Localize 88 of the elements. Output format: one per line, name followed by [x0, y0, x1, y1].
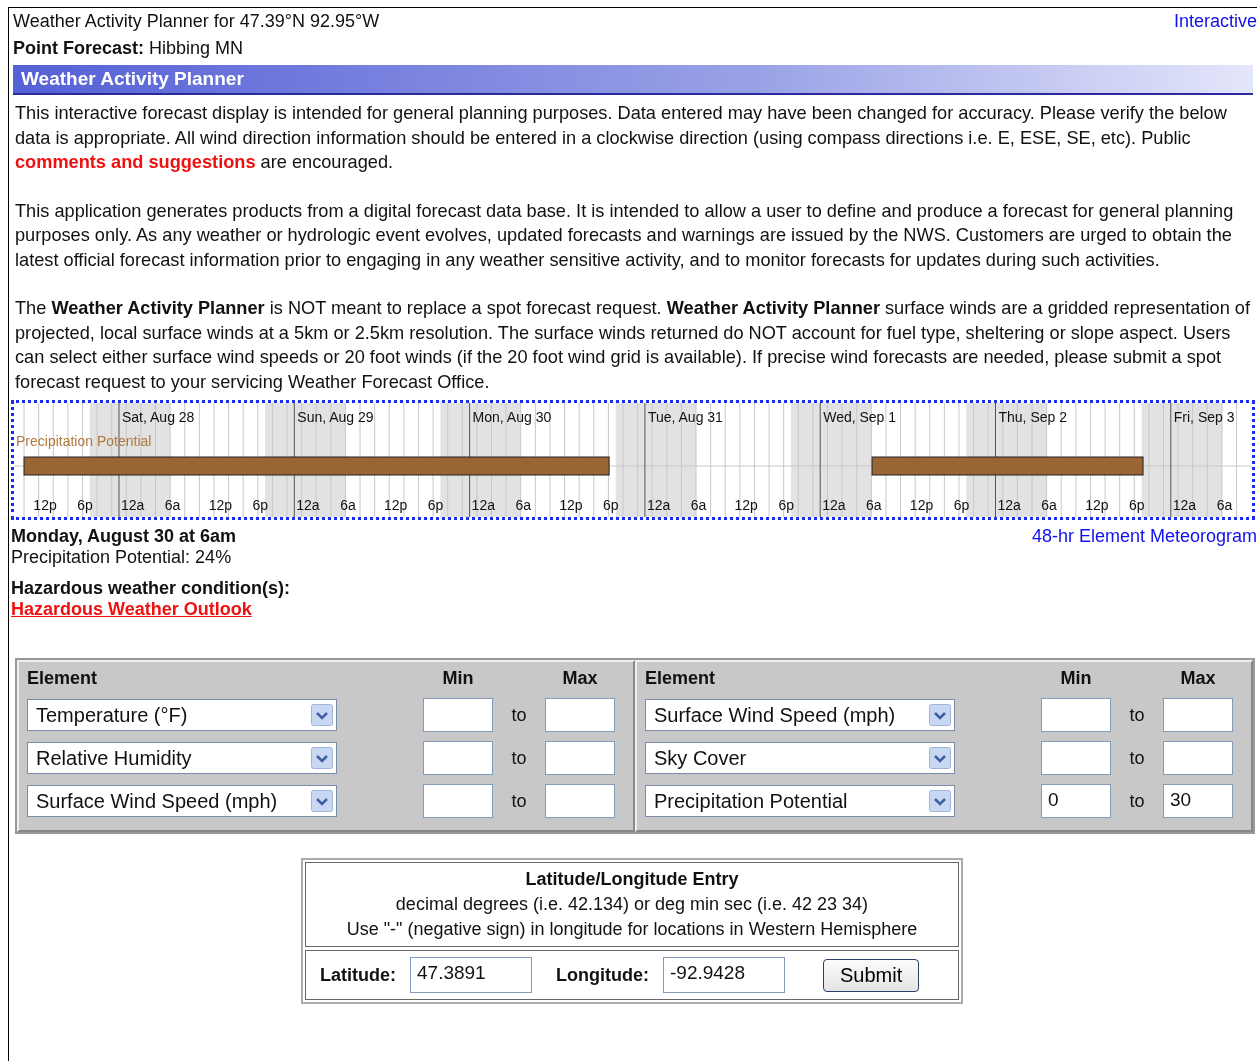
- to-label: to: [510, 704, 528, 726]
- day-label: Wed, Sep 1: [823, 409, 897, 425]
- hour-label: 6p: [252, 497, 269, 513]
- max-field[interactable]: [545, 698, 615, 732]
- min-field[interactable]: 0: [1041, 784, 1111, 818]
- hour-label: 6p: [77, 497, 93, 513]
- hour-label: 12a: [997, 497, 1021, 513]
- hour-label: 12a: [121, 497, 145, 513]
- interactive-link[interactable]: Interactive: [1173, 11, 1257, 32]
- element-dropdown[interactable]: Sky Cover: [645, 742, 955, 774]
- hour-label: 12p: [559, 497, 583, 513]
- hour-label: 6a: [866, 497, 882, 513]
- column-header: Max: [1179, 668, 1217, 689]
- hour-label: 6a: [1041, 497, 1057, 513]
- hour-label: 12p: [383, 497, 408, 513]
- day-label: Sun, Aug 29: [297, 409, 374, 425]
- hour-label: 6p: [603, 497, 619, 513]
- hour-label: 6a: [340, 497, 356, 513]
- forecast-timeline[interactable]: [11, 400, 1255, 520]
- column-header: Element: [645, 668, 717, 689]
- max-field[interactable]: [1163, 698, 1233, 732]
- page-title: Weather Activity Planner for 47.39°N 92.95°W: [13, 11, 380, 32]
- submit-button[interactable]: Submit: [823, 958, 920, 992]
- hour-label: 6a: [164, 497, 181, 513]
- hour-label: 6p: [953, 497, 970, 513]
- day-label: Sat, Aug 28: [122, 409, 195, 425]
- hour-label: 12a: [646, 497, 671, 513]
- hour-label: 12p: [1085, 497, 1109, 513]
- selected-time: Monday, August 30 at 6am: [11, 526, 237, 547]
- to-label: to: [1128, 747, 1146, 769]
- column-header: Element: [27, 668, 99, 689]
- min-field[interactable]: [423, 784, 493, 818]
- day-label: Fri, Sep 3: [1173, 409, 1235, 425]
- hour-label: 12p: [734, 497, 758, 513]
- to-label: to: [510, 790, 528, 812]
- hour-label: 12a: [822, 497, 846, 513]
- meteorogram-link[interactable]: 48-hr Element Meteorogram: [1031, 526, 1257, 547]
- hour-label: 6a: [515, 497, 531, 513]
- hour-label: 6p: [1128, 497, 1145, 513]
- max-field[interactable]: [545, 784, 615, 818]
- latlon-title: Latitude/Longitude Entry: [524, 868, 740, 891]
- hour-label: 12a: [471, 497, 495, 513]
- min-field[interactable]: [1041, 698, 1111, 732]
- hour-label: 12p: [208, 497, 232, 513]
- hour-label: 12p: [909, 497, 934, 513]
- column-header: Max: [561, 668, 599, 689]
- hour-label: 6a: [1216, 497, 1233, 513]
- min-field[interactable]: [423, 698, 493, 732]
- longitude-field[interactable]: -92.9428: [663, 957, 785, 993]
- hazard-link[interactable]: Hazardous Weather Outlook: [11, 599, 1257, 620]
- paragraph: This application generates products from a digital forecast data base. It is intended to allow a user to define and produce a forecast for general planning purposes only. As any weather or hydrologic event evolves, updated forecasts and warnings are issued by the NWS. Customers are urged to obtain the latest official forecast information prior to engaging in any weather sensitive activity, and to monitor forecasts for updates during such activities.: [15, 199, 1235, 272]
- comments-link[interactable]: comments and suggestions: [15, 152, 256, 172]
- series-label: Precipitation Potential: [16, 433, 152, 449]
- min-field[interactable]: [1041, 741, 1111, 775]
- element-dropdown[interactable]: Temperature (°F): [27, 699, 337, 731]
- day-label: Mon, Aug 30: [472, 409, 552, 425]
- hour-label: 12a: [1172, 497, 1197, 513]
- to-label: to: [1128, 704, 1146, 726]
- hour-label: 12a: [296, 497, 320, 513]
- day-label: Tue, Aug 31: [647, 409, 723, 425]
- element-dropdown[interactable]: Surface Wind Speed (mph): [645, 699, 955, 731]
- latitude-field[interactable]: 47.3891: [410, 957, 532, 993]
- day-label: Thu, Sep 2: [998, 409, 1067, 425]
- to-label: to: [510, 747, 528, 769]
- max-field[interactable]: [545, 741, 615, 775]
- section-header: Weather Activity Planner: [13, 65, 1253, 95]
- latitude-label: Latitude:: [320, 964, 396, 986]
- to-label: to: [1128, 790, 1146, 812]
- paragraph: The Weather Activity Planner is NOT meant to replace a spot forecast request. Weather Activity Planner surface winds are a gridded representation of projected, local surface winds at a 5km or 2.5km resolution. The surface winds returned do NOT account for fuel type, sheltering or slope aspect. Users can select either surface wind speeds or 20 foot winds (if the 20 foot wind grid is available). If precise wind forecasts are needed, please submit a spot forecast request to your servicing Weather Forecast Office.: [15, 297, 1251, 394]
- hazard-label: Hazardous weather condition(s):: [11, 578, 292, 599]
- latlon-hint: Use "-" (negative sign) in longitude for locations in Western Hemisphere: [345, 918, 919, 941]
- point-forecast: Point Forecast: Hibbing MN: [13, 38, 245, 59]
- max-field[interactable]: 30: [1163, 784, 1233, 818]
- column-header: Min: [1059, 668, 1093, 689]
- max-field[interactable]: [1163, 741, 1233, 775]
- latlon-hint: decimal degrees (i.e. 42.134) or deg min sec (i.e. 42 23 34): [394, 893, 870, 916]
- hour-label: 6a: [690, 497, 707, 513]
- intro-paragraph: This interactive forecast display is intended for general planning purposes. Data entered may have been changed for accuracy. Please verify the below data is appropriate. All wind direction information should be entered in a clockwise direction (using compass directions i.e. E, ESE, SE, etc). Public comments and suggestions are encouraged.: [15, 102, 1228, 174]
- hour-label: 6p: [427, 497, 444, 513]
- hour-label: 12p: [33, 497, 57, 513]
- element-dropdown[interactable]: Precipitation Potential: [645, 785, 955, 817]
- hour-label: 6p: [778, 497, 794, 513]
- column-header: Min: [441, 668, 475, 689]
- element-dropdown[interactable]: Surface Wind Speed (mph): [27, 785, 337, 817]
- element-dropdown[interactable]: Relative Humidity: [27, 742, 337, 774]
- precipitation-reading: Precipitation Potential: 24%: [11, 547, 233, 568]
- min-field[interactable]: [423, 741, 493, 775]
- longitude-label: Longitude:: [556, 964, 649, 986]
